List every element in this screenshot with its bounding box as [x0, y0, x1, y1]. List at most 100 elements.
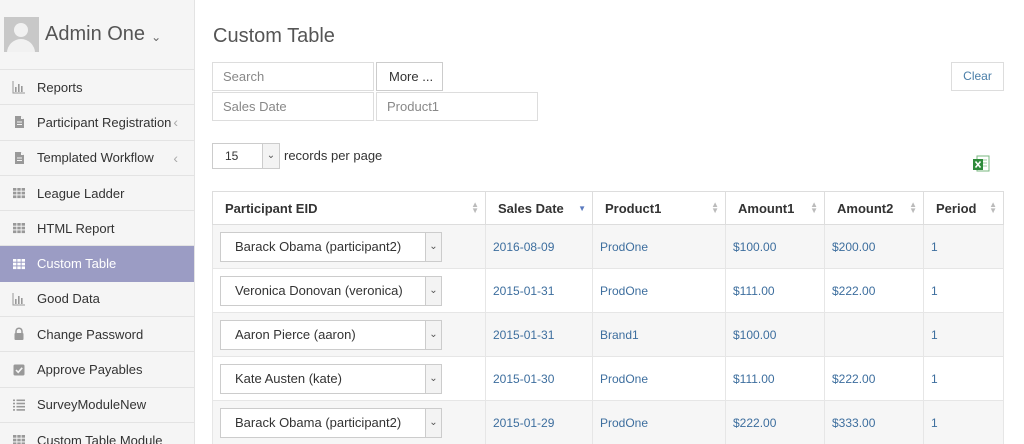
column-header-label: Product1	[605, 200, 662, 216]
sidebar-item-custom-table-module[interactable]: Custom Table Module	[0, 423, 194, 444]
sidebar-item-surveymodulenew[interactable]: SurveyModuleNew	[0, 388, 194, 423]
column-header-period[interactable]: Period ▲ ▼	[923, 191, 1004, 225]
period-cell[interactable]: 1	[923, 400, 1004, 444]
more-filters-button[interactable]: More ...	[376, 62, 443, 91]
product1-cell[interactable]: Brand1	[592, 312, 726, 357]
period-cell[interactable]: 1	[923, 224, 1004, 269]
sales-date-cell[interactable]: 2015-01-31	[485, 268, 593, 313]
sidebar: Admin One ⌄ Reports Participant Registrat…	[0, 0, 195, 444]
column-header-participant-eid[interactable]: Participant EID ▲ ▼	[212, 191, 486, 225]
table-row: Aaron Pierce (aaron) ⌄ 2015-01-31 Brand1 $10…	[212, 312, 1004, 357]
column-header-amount2[interactable]: Amount2 ▲ ▼	[824, 191, 924, 225]
sidebar-item-custom-table[interactable]: Custom Table	[0, 246, 194, 282]
sales-date-cell[interactable]: 2015-01-29	[485, 400, 593, 444]
chevron-down-icon: ⌄	[151, 29, 162, 44]
product1-cell[interactable]: ProdOne	[592, 268, 726, 313]
sidebar-item-good-data[interactable]: Good Data	[0, 282, 194, 318]
participant-cell: Veronica Donovan (veronica) ⌄	[212, 268, 486, 313]
participant-value: Veronica Donovan (veronica)	[235, 282, 403, 298]
records-per-page-label: records per page	[284, 148, 383, 163]
participant-select[interactable]: Aaron Pierce (aaron) ⌄	[220, 319, 442, 350]
sidebar-item-label: League Ladder	[37, 185, 125, 201]
data-table: Participant EID ▲ ▼ Sales Date ▼ Product1 ▲ ▼ Am…	[212, 191, 1004, 444]
document-icon	[12, 151, 26, 165]
column-header-label: Period	[936, 200, 977, 216]
sales-date-filter[interactable]: Sales Date	[212, 92, 374, 121]
column-header-sales-date[interactable]: Sales Date ▼	[485, 191, 593, 225]
chevron-down-icon: ⌄	[425, 276, 441, 305]
column-header-label: Amount1	[738, 200, 795, 216]
chevron-down-icon: ⌄	[425, 232, 441, 261]
sidebar-item-change-password[interactable]: Change Password	[0, 317, 194, 353]
amount1-cell[interactable]: $100.00	[725, 312, 825, 357]
period-cell[interactable]: 1	[923, 356, 1004, 401]
amount2-cell[interactable]: $333.00	[824, 400, 924, 444]
sidebar-item-label: Participant Registration	[37, 114, 172, 130]
sidebar-item-label: HTML Report	[37, 220, 115, 236]
column-header-label: Sales Date	[498, 200, 564, 216]
sort-icon: ▲ ▼	[711, 200, 719, 215]
amount2-cell[interactable]	[824, 312, 924, 357]
amount1-cell[interactable]: $222.00	[725, 400, 825, 444]
column-header-product1[interactable]: Product1 ▲ ▼	[592, 191, 726, 225]
sidebar-item-label: Change Password	[37, 326, 144, 342]
participant-select[interactable]: Barack Obama (participant2) ⌄	[220, 231, 442, 262]
sales-date-cell[interactable]: 2015-01-30	[485, 356, 593, 401]
sidebar-item-participant-registration[interactable]: Participant Registration ‹	[0, 105, 194, 141]
product1-filter[interactable]: Product1	[376, 92, 538, 121]
participant-cell: Aaron Pierce (aaron) ⌄	[212, 312, 486, 357]
sidebar-item-html-report[interactable]: HTML Report	[0, 211, 194, 247]
bar-chart-icon	[12, 80, 26, 94]
amount2-cell[interactable]: $222.00	[824, 356, 924, 401]
clear-button[interactable]: Clear	[951, 62, 1004, 91]
sidebar-item-approve-payables[interactable]: Approve Payables	[0, 352, 194, 388]
column-header-label: Amount2	[837, 200, 894, 216]
product1-cell[interactable]: ProdOne	[592, 224, 726, 269]
column-header-label: Participant EID	[225, 200, 318, 216]
table-header-row: Participant EID ▲ ▼ Sales Date ▼ Product1 ▲ ▼ Am…	[212, 191, 1004, 225]
sidebar-item-label: Custom Table	[37, 256, 117, 272]
participant-select[interactable]: Kate Austen (kate) ⌄	[220, 363, 442, 394]
sidebar-nav: Reports Participant Registration ‹ Template…	[0, 70, 194, 444]
product1-cell[interactable]: ProdOne	[592, 400, 726, 444]
records-per-page-select[interactable]: 15 ⌄	[212, 143, 280, 169]
sidebar-item-label: Custom Table Module	[37, 432, 163, 444]
participant-value: Aaron Pierce (aaron)	[235, 326, 356, 342]
sales-date-cell[interactable]: 2015-01-31	[485, 312, 593, 357]
sidebar-item-reports[interactable]: Reports	[0, 70, 194, 106]
sidebar-item-label: Reports	[37, 79, 83, 95]
column-header-amount1[interactable]: Amount1 ▲ ▼	[725, 191, 825, 225]
participant-value: Barack Obama (participant2)	[235, 414, 402, 430]
sidebar-item-league-ladder[interactable]: League Ladder	[0, 176, 194, 212]
sidebar-item-label: SurveyModuleNew	[37, 397, 147, 413]
chevron-down-icon: ⌄	[425, 320, 441, 349]
amount2-cell[interactable]: $200.00	[824, 224, 924, 269]
table-row: Kate Austen (kate) ⌄ 2015-01-30 ProdOne $111…	[212, 356, 1004, 401]
participant-select[interactable]: Veronica Donovan (veronica) ⌄	[220, 275, 442, 306]
amount1-cell[interactable]: $111.00	[725, 356, 825, 401]
chevron-left-icon: ‹	[173, 114, 178, 131]
product1-cell[interactable]: ProdOne	[592, 356, 726, 401]
sales-date-cell[interactable]: 2016-08-09	[485, 224, 593, 269]
sidebar-item-templated-workflow[interactable]: Templated Workflow ‹	[0, 141, 194, 176]
amount1-cell[interactable]: $100.00	[725, 224, 825, 269]
sidebar-item-label: Good Data	[37, 291, 100, 307]
period-cell[interactable]: 1	[923, 268, 1004, 313]
profile-name: Admin One	[45, 23, 146, 45]
main-content: Custom Table Search More ... Sales Date …	[195, 0, 1024, 444]
avatar	[4, 17, 39, 52]
profile-header[interactable]: Admin One ⌄	[0, 0, 194, 70]
period-cell[interactable]: 1	[923, 312, 1004, 357]
participant-select[interactable]: Barack Obama (participant2) ⌄	[220, 407, 442, 438]
document-icon	[12, 115, 26, 129]
amount1-cell[interactable]: $111.00	[725, 268, 825, 313]
excel-export-icon[interactable]	[971, 154, 991, 174]
sort-icon: ▲ ▼	[810, 200, 818, 215]
search-input[interactable]: Search	[212, 62, 374, 91]
grid-icon	[12, 221, 26, 235]
amount2-cell[interactable]: $222.00	[824, 268, 924, 313]
chevron-left-icon: ‹	[173, 149, 178, 166]
grid-icon	[12, 433, 26, 444]
grid-icon	[12, 186, 26, 200]
checkbox-icon	[12, 363, 26, 377]
